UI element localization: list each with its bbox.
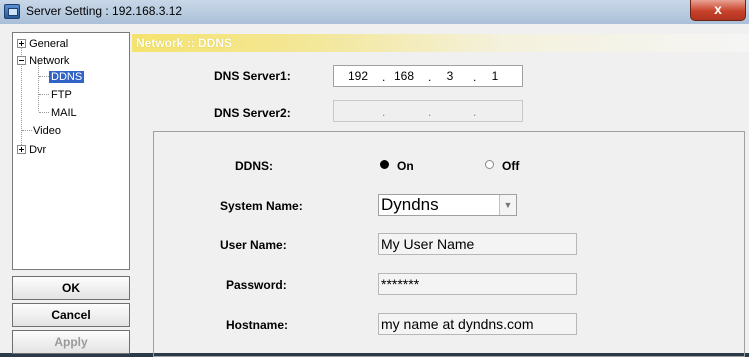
tree-node-label: General — [29, 38, 69, 50]
tree-node-label: DDNS — [49, 71, 85, 83]
ip-octet[interactable]: 168 — [390, 69, 418, 83]
dns-server2-label: DNS Server2: — [214, 106, 291, 120]
tree-node-label: Dvr — [29, 144, 47, 156]
ip-separator: . — [382, 105, 386, 119]
tree-line — [39, 94, 49, 95]
tree-node-label: MAIL — [51, 107, 77, 119]
dns-server2-input[interactable]: . . . — [333, 100, 523, 122]
ok-button[interactable]: OK — [12, 276, 130, 300]
ip-octet[interactable]: 3 — [436, 69, 464, 83]
tree-line — [39, 112, 49, 113]
section-title: Network :: DDNS — [136, 36, 233, 50]
tree-node-dvr[interactable]: Dvr — [17, 143, 46, 157]
apply-button[interactable]: Apply — [12, 330, 130, 354]
system-name-select[interactable]: Dyndns ▼ — [378, 194, 517, 216]
hostname-field[interactable]: my name at dyndns.com — [378, 313, 577, 335]
ip-separator: . — [473, 70, 477, 84]
title-bar: Server Setting : 192.168.3.12 x — [0, 0, 749, 25]
system-name-label: System Name: — [220, 199, 303, 213]
ddns-on-radio[interactable] — [380, 160, 389, 169]
tree-node-label: FTP — [51, 89, 72, 101]
window-title: Server Setting : 192.168.3.12 — [26, 4, 183, 18]
dns-server1-input[interactable]: 192 . 168 . 3 . 1 — [333, 65, 523, 87]
tree-node-label: Video — [33, 125, 61, 137]
tree-line — [38, 63, 39, 111]
close-button[interactable]: x — [690, 0, 746, 21]
ddns-on-label[interactable]: On — [397, 159, 414, 173]
chevron-down-icon[interactable]: ▼ — [499, 195, 516, 215]
ip-octet[interactable]: 1 — [481, 69, 509, 83]
tree-node-ftp[interactable]: FTP — [51, 88, 72, 102]
ip-separator: . — [428, 70, 432, 84]
tree-node-general[interactable]: General — [17, 37, 68, 51]
ip-octet[interactable]: 192 — [344, 69, 372, 83]
password-label: Password: — [226, 278, 287, 292]
ddns-settings-group: DDNS: On Off System Name: Dyndns ▼ User … — [153, 131, 745, 357]
settings-tree[interactable]: General Network DDNS FTP MAIL Video Dvr — [12, 32, 130, 270]
tree-node-mail[interactable]: MAIL — [51, 106, 77, 120]
tree-node-video[interactable]: Video — [33, 124, 61, 138]
tree-line — [39, 76, 49, 77]
user-name-label: User Name: — [220, 238, 287, 252]
hostname-label: Hostname: — [226, 318, 289, 332]
expand-icon[interactable] — [17, 39, 26, 48]
ddns-off-radio[interactable] — [485, 160, 494, 169]
section-header: Network :: DDNS — [132, 34, 749, 52]
ddns-off-label[interactable]: Off — [502, 159, 519, 173]
ip-separator: . — [428, 105, 432, 119]
user-name-field[interactable]: My User Name — [378, 233, 577, 255]
password-field[interactable]: ******* — [378, 273, 577, 295]
tree-node-network[interactable]: Network — [17, 54, 69, 68]
cancel-button[interactable]: Cancel — [12, 303, 130, 327]
ip-separator: . — [473, 105, 477, 119]
dns-server1-label: DNS Server1: — [214, 69, 291, 83]
system-name-value: Dyndns — [381, 195, 439, 214]
expand-icon[interactable] — [17, 145, 26, 154]
close-icon: x — [714, 1, 722, 17]
app-icon — [4, 4, 20, 19]
tree-node-ddns[interactable]: DDNS — [49, 70, 85, 84]
settings-panel: Network :: DDNS DNS Server1: 192 . 168 .… — [132, 34, 749, 357]
ip-separator: . — [382, 70, 386, 84]
tree-node-label: Network — [29, 55, 70, 67]
ddns-label: DDNS: — [235, 159, 273, 173]
tree-line — [22, 130, 32, 131]
collapse-icon[interactable] — [17, 56, 26, 65]
